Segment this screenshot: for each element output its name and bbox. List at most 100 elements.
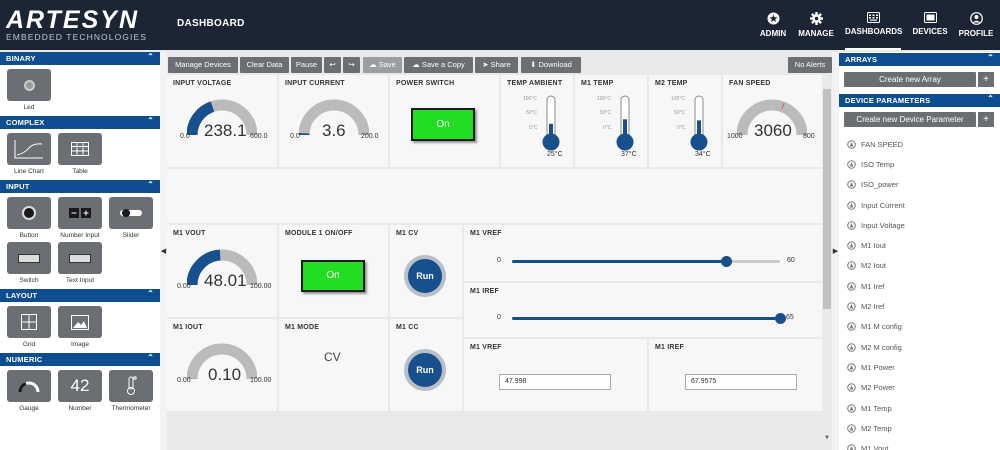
param-item[interactable]: M2 M config [839,337,1000,357]
param-item[interactable]: M2 Temp [839,418,1000,438]
param-icon [847,444,856,450]
keyboard-icon [866,12,880,23]
nav-devices[interactable]: DEVICES [911,12,949,42]
param-item[interactable]: M2 Power [839,378,1000,398]
slider-knob[interactable] [721,256,733,267]
param-item[interactable]: Input Voltage [839,215,1000,235]
param-item[interactable]: M1 Vout [839,438,1000,450]
cloud-icon: ☁ [412,60,422,69]
arrays-header[interactable]: ARRAYS ⌃ [839,53,1000,66]
section-numeric-header[interactable]: NUMERIC ⌃ [0,353,160,366]
save-copy-button[interactable]: ☁ Save a Copy [404,57,473,73]
palette-led[interactable]: Led [7,69,51,111]
share-button[interactable]: ➤ Share [475,57,518,73]
m1-iout-widget[interactable]: M1 IOUT 0.10 0.00 100.00 [167,319,277,411]
param-item[interactable]: M2 Iout [839,256,1000,276]
palette-line-chart[interactable]: Line Chart [7,133,51,175]
input-voltage-widget[interactable]: INPUT VOLTAGE 238.1 0.0 600.0 [167,75,277,167]
m1-iref-slider[interactable] [512,313,786,324]
widget-title: FAN SPEED [729,80,771,87]
param-item[interactable]: M1 Iout [839,235,1000,255]
param-item[interactable]: ISO_power [839,175,1000,195]
section-complex-header[interactable]: COMPLEX ⌃ [0,116,160,129]
right-panel-collapse-icon[interactable]: ▶ [832,52,839,450]
palette-slider[interactable]: Slider [109,197,153,239]
palette-button[interactable]: Button [7,197,51,239]
m1-vout-widget[interactable]: M1 VOUT 48.01 0.00 100.00 [167,225,277,317]
palette-number[interactable]: 42 Number [58,370,102,412]
m1-temp-widget[interactable]: M1 TEMP 100°C 50°C 0°C 37°C [575,75,647,167]
power-switch-button[interactable]: On [411,108,475,141]
section-layout-header[interactable]: LAYOUT ⌃ [0,289,160,302]
module1-on-button[interactable]: On [301,260,365,292]
param-item[interactable]: M1 Temp [839,398,1000,418]
palette-gauge[interactable]: Gauge [7,370,51,412]
add-param-icon[interactable]: + [978,112,994,127]
param-item[interactable]: M1 Iref [839,276,1000,296]
redo-button[interactable]: ↪ [343,57,360,73]
param-item[interactable]: FAN SPEED [839,134,1000,154]
m2-temp-widget[interactable]: M2 TEMP 100°C 50°C 0°C 34°C [649,75,721,167]
param-item[interactable]: M1 M config [839,317,1000,337]
input-current-widget[interactable]: INPUT CURRENT 3.6 0.0 200.0 [279,75,388,167]
param-item[interactable]: M2 Iref [839,296,1000,316]
param-icon [847,241,856,250]
section-input-header[interactable]: INPUT ⌃ [0,180,160,193]
create-array-button[interactable]: Create new Array [844,72,976,87]
m1-vref-field[interactable]: 47.998 [499,374,611,390]
power-switch-widget: POWER SWITCH On [390,75,499,167]
nav-dashboards[interactable]: DASHBOARDS [845,12,902,50]
widget-label: Button [19,232,39,239]
widget-palette: BINARY ⌃ Led COMPLEX ⌃ Line Chart Table IN… [0,52,160,450]
palette-text-input[interactable]: Text Input [58,242,102,284]
pause-button[interactable]: Pause [291,57,322,73]
param-item[interactable]: Input Current [839,195,1000,215]
scale-label: 50°C [526,110,538,116]
palette-switch[interactable]: Switch [7,242,51,284]
m1-cc-run-button[interactable]: Run [404,349,446,391]
download-button[interactable]: ⬇ Download [521,57,581,73]
scroll-down-icon[interactable]: ▼ [824,435,830,441]
device-params-header[interactable]: DEVICE PARAMETERS ⌃ [839,94,1000,107]
m1-vref-slider[interactable] [512,256,780,267]
slider-knob[interactable] [775,313,786,324]
no-alerts-button[interactable]: No Alerts [788,57,832,73]
fan-speed-widget[interactable]: FAN SPEED 3060 1000 800 [723,75,822,167]
m1-mode-widget: M1 MODE CV [279,319,388,411]
widget-label: Number Input [60,232,100,239]
palette-thermometer[interactable]: Thermometer [109,370,153,412]
undo-button[interactable]: ↩ [324,57,341,73]
scrollbar-thumb[interactable] [823,89,831,309]
nav-manage[interactable]: MANAGE [797,12,835,42]
save-button[interactable]: ☁ Save [363,57,402,73]
palette-number-input[interactable]: Number Input [58,197,102,239]
m1-iref-field[interactable]: 67.9575 [685,374,797,390]
m1-cv-run-button[interactable]: Run [404,255,446,297]
switch-icon [7,242,51,274]
create-device-param-button[interactable]: Create new Device Parameter [844,112,976,127]
manage-devices-button[interactable]: Manage Devices [168,57,238,73]
section-title: LAYOUT [6,291,38,300]
widget-title: M2 TEMP [655,80,688,87]
palette-table[interactable]: Table [58,133,102,175]
thermometer-icon [690,95,708,151]
add-array-icon[interactable]: + [978,72,994,87]
text-input-icon [58,242,102,274]
palette-image[interactable]: Image [58,306,102,348]
widget-title: M1 IREF [655,344,685,351]
scale-label: 0°C [677,125,686,131]
palette-grid[interactable]: Grid [7,306,51,348]
nav-profile[interactable]: PROFILE [958,12,994,42]
dashboard-scrollbar[interactable]: ▼ [822,75,832,445]
param-item[interactable]: M1 Power [839,357,1000,377]
section-binary-header[interactable]: BINARY ⌃ [0,52,160,65]
nav-admin[interactable]: ADMIN [757,12,789,42]
temp-ambient-widget[interactable]: TEMP AMBIENT 100°C 50°C 0°C 25°C [501,75,573,167]
number-input-icon [58,197,102,229]
scale-label: 100°C [597,96,611,102]
section-title: DEVICE PARAMETERS [845,96,931,105]
left-panel-collapse-icon[interactable]: ◀ [160,52,167,450]
param-item[interactable]: ISO Temp [839,154,1000,174]
artesyn-logo[interactable]: ARTESYN EMBEDDED TECHNOLOGIES [6,8,154,43]
clear-data-button[interactable]: Clear Data [240,57,289,73]
